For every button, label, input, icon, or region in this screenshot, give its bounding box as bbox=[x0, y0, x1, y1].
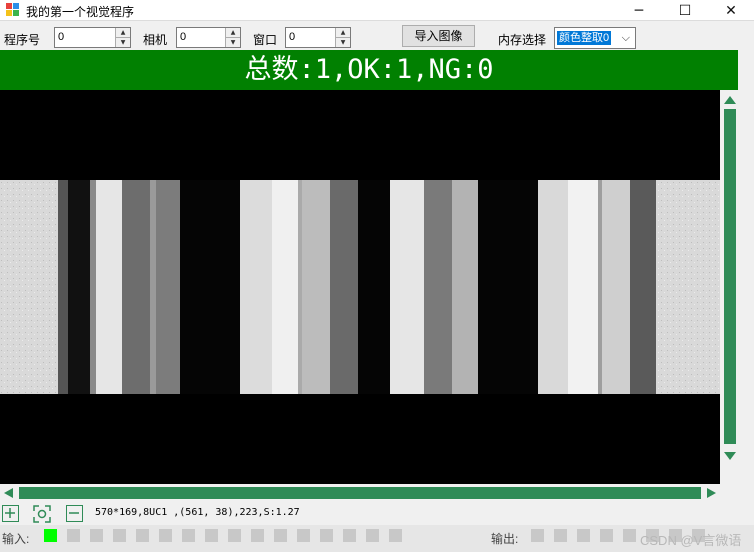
input-led bbox=[136, 529, 149, 542]
memory-selected-value[interactable]: 颜色整取0 bbox=[557, 31, 612, 45]
input-led bbox=[205, 529, 218, 542]
stepper-down-icon[interactable]: ▼ bbox=[226, 37, 240, 46]
scroll-down-icon[interactable] bbox=[724, 452, 736, 460]
input-led bbox=[389, 529, 402, 542]
window-title: 我的第一个视觉程序 bbox=[26, 5, 135, 19]
camera-value[interactable]: 0 bbox=[180, 31, 186, 43]
input-led bbox=[67, 529, 80, 542]
scroll-left-icon[interactable] bbox=[4, 488, 13, 498]
camera-stepper[interactable]: 0 ▲ ▼ bbox=[176, 27, 241, 48]
result-banner: 总数:1,OK:1,NG:0 bbox=[0, 50, 738, 90]
app-icon bbox=[6, 3, 20, 17]
input-label: 输入: bbox=[2, 532, 30, 546]
stepper-down-icon[interactable]: ▼ bbox=[336, 37, 350, 46]
input-led bbox=[113, 529, 126, 542]
stepper-up-icon[interactable]: ▲ bbox=[116, 28, 130, 37]
input-led bbox=[90, 529, 103, 542]
input-led bbox=[343, 529, 356, 542]
minimize-button[interactable]: ─ bbox=[616, 0, 662, 21]
vertical-scroll-thumb[interactable] bbox=[724, 109, 736, 444]
horizontal-scroll-thumb[interactable] bbox=[19, 487, 701, 499]
output-label: 输出: bbox=[491, 532, 519, 546]
fit-to-screen-icon[interactable] bbox=[33, 505, 51, 523]
close-button[interactable]: ✕ bbox=[708, 0, 754, 21]
input-led bbox=[297, 529, 310, 542]
scroll-up-icon[interactable] bbox=[724, 96, 736, 104]
camera-label: 相机 bbox=[143, 33, 168, 47]
input-led bbox=[228, 529, 241, 542]
scroll-right-icon[interactable] bbox=[707, 488, 716, 498]
title-bar: 我的第一个视觉程序 ─ ☐ ✕ bbox=[0, 0, 754, 21]
memory-label: 内存选择 bbox=[498, 33, 547, 47]
horizontal-scrollbar[interactable] bbox=[0, 485, 720, 502]
stepper-up-icon[interactable]: ▲ bbox=[226, 28, 240, 37]
maximize-button[interactable]: ☐ bbox=[662, 0, 708, 21]
stepper-up-icon[interactable]: ▲ bbox=[336, 28, 350, 37]
memory-select[interactable]: 颜色整取0 ⌵ bbox=[554, 27, 636, 49]
output-led bbox=[577, 529, 590, 542]
program-label: 程序号 bbox=[4, 33, 41, 47]
input-led bbox=[159, 529, 172, 542]
input-led bbox=[366, 529, 379, 542]
stepper-down-icon[interactable]: ▼ bbox=[116, 37, 130, 46]
input-led bbox=[274, 529, 287, 542]
program-stepper[interactable]: 0 ▲ ▼ bbox=[54, 27, 131, 48]
window-value[interactable]: 0 bbox=[289, 31, 295, 43]
zoom-out-icon[interactable] bbox=[66, 505, 83, 522]
chevron-down-icon[interactable]: ⌵ bbox=[622, 31, 630, 45]
input-led bbox=[182, 529, 195, 542]
zoom-in-icon[interactable] bbox=[2, 505, 19, 522]
grayscale-camera-image bbox=[0, 180, 720, 394]
image-view[interactable] bbox=[0, 90, 720, 484]
input-led bbox=[44, 529, 57, 542]
vertical-scrollbar[interactable] bbox=[721, 90, 738, 484]
io-status-bar: 输入: 输出: CSDN @V言微语 bbox=[0, 525, 754, 552]
window-label: 窗口 bbox=[253, 33, 278, 47]
image-status-text: 570*169,8UC1 ,(561, 38),223,S:1.27 bbox=[95, 507, 300, 518]
toolbar: 程序号 0 ▲ ▼ 相机 0 ▲ ▼ 窗口 0 ▲ ▼ 导入图像 内存选择 颜色整取0… bbox=[0, 22, 754, 50]
output-led bbox=[600, 529, 613, 542]
input-led bbox=[251, 529, 264, 542]
output-led bbox=[554, 529, 567, 542]
window-stepper[interactable]: 0 ▲ ▼ bbox=[285, 27, 351, 48]
import-image-button[interactable]: 导入图像 bbox=[402, 25, 475, 47]
output-led bbox=[531, 529, 544, 542]
input-led bbox=[320, 529, 333, 542]
output-led bbox=[623, 529, 636, 542]
program-value[interactable]: 0 bbox=[58, 31, 64, 43]
watermark: CSDN @V言微语 bbox=[640, 533, 742, 548]
